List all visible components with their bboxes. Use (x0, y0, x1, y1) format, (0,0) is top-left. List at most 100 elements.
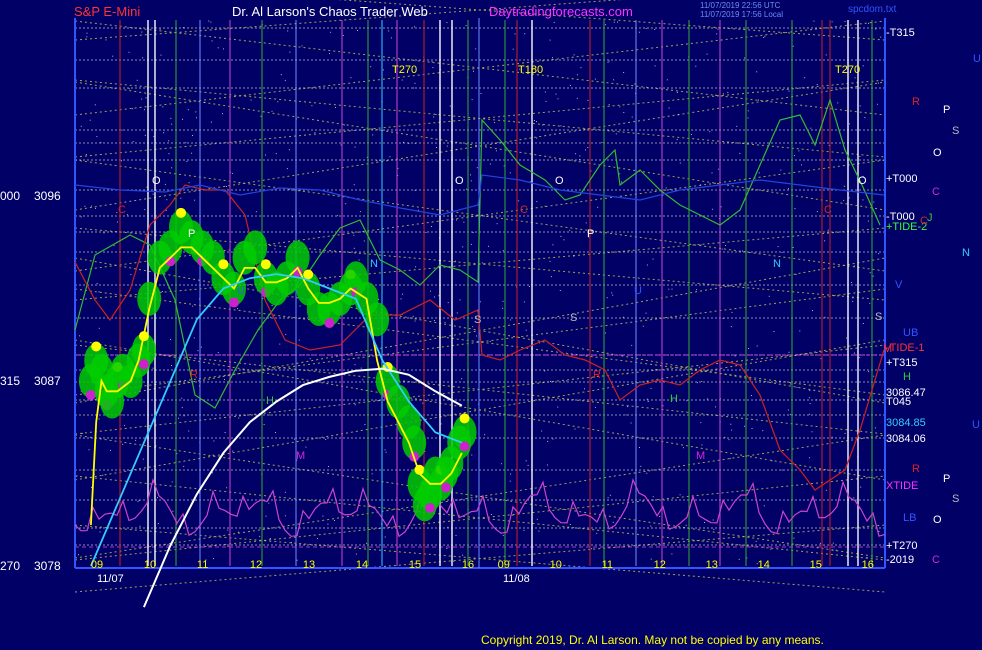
star-dot (514, 33, 516, 35)
star-dot (671, 288, 673, 290)
star-dot (191, 152, 193, 154)
star-dot (357, 30, 358, 31)
star-dot (696, 289, 698, 291)
star-dot (80, 125, 82, 127)
star-dot (536, 137, 538, 139)
star-dot (435, 114, 437, 116)
star-dot (758, 172, 760, 174)
star-dot (721, 248, 723, 250)
star-dot (431, 61, 433, 63)
site-link[interactable]: Daytradingforecasts.com (489, 4, 633, 19)
star-dot (186, 161, 188, 162)
star-dot (801, 164, 802, 166)
star-dot (646, 472, 648, 474)
star-dot (550, 380, 551, 382)
star-dot (204, 101, 206, 103)
star-dot (141, 98, 143, 100)
data-file-name: spcdom.txt (848, 4, 897, 15)
planet-letter: S (952, 493, 959, 505)
star-dot (758, 99, 759, 101)
star-dot (843, 199, 845, 201)
star-dot (854, 77, 856, 79)
star-dot (160, 54, 162, 56)
star-dot (217, 352, 219, 354)
star-dot (144, 209, 146, 211)
star-dot (709, 131, 711, 133)
star-dot (415, 266, 417, 268)
star-dot (804, 77, 806, 79)
star-dot (414, 26, 415, 28)
star-dot (862, 323, 864, 324)
star-dot (756, 71, 758, 73)
star-dot (280, 74, 282, 76)
utc-timestamp: 11/07/2019 22:56 UTC (700, 1, 781, 10)
star-dot (165, 209, 167, 211)
star-dot (481, 262, 483, 264)
star-dot (444, 322, 446, 324)
star-dot (809, 403, 811, 405)
star-dot (809, 390, 811, 392)
star-dot (853, 265, 855, 267)
star-dot (859, 156, 861, 157)
star-dot (640, 465, 642, 467)
star-dot (665, 187, 667, 189)
plot-letter: P (188, 228, 195, 240)
star-dot (716, 33, 718, 35)
local-timestamp: 11/07/2019 17:56 Local (700, 10, 784, 19)
star-dot (103, 232, 105, 234)
plot-letter: R (190, 369, 198, 381)
star-dot (466, 188, 468, 190)
star-dot (144, 134, 146, 136)
star-dot (676, 92, 678, 93)
price-blobs (78, 207, 477, 522)
star-dot (625, 414, 627, 416)
star-dot (816, 399, 818, 401)
star-dot (844, 432, 846, 434)
star-dot (711, 172, 713, 174)
star-dot (298, 212, 300, 214)
star-dot (136, 79, 138, 81)
right-level-label: T045 (886, 396, 911, 408)
star-dot (796, 386, 798, 388)
star-dot (873, 201, 875, 203)
star-dot (348, 527, 350, 529)
star-dot (462, 246, 464, 248)
star-dot (547, 440, 549, 442)
star-dot (195, 111, 197, 113)
star-dot (536, 121, 537, 123)
high-marker (260, 259, 271, 270)
star-dot (789, 414, 791, 416)
star-dot (837, 102, 839, 104)
star-dot (569, 229, 571, 231)
star-dot (576, 74, 578, 76)
star-dot (447, 526, 449, 528)
star-dot (222, 113, 223, 115)
star-dot (798, 150, 800, 152)
star-dot (488, 245, 489, 247)
star-dot (193, 337, 195, 339)
star-dot (329, 53, 330, 54)
star-dot (277, 101, 279, 103)
star-dot (557, 406, 559, 408)
star-dot (446, 145, 448, 147)
star-dot (271, 305, 273, 306)
star-dot (725, 245, 727, 246)
star-dot (715, 94, 717, 96)
star-dot (319, 230, 321, 232)
star-dot (470, 180, 472, 182)
star-dot (869, 302, 871, 304)
star-dot (80, 216, 82, 218)
star-dot (597, 206, 599, 208)
star-dot (816, 84, 818, 85)
star-dot (368, 355, 370, 357)
star-dot (722, 318, 724, 319)
star-dot (569, 85, 571, 86)
star-dot (763, 505, 765, 507)
star-dot (848, 197, 850, 199)
star-dot (650, 558, 652, 560)
star-dot (171, 365, 172, 366)
star-dot (287, 30, 289, 32)
star-dot (631, 344, 633, 346)
star-dot (471, 99, 473, 101)
star-dot (263, 424, 265, 425)
